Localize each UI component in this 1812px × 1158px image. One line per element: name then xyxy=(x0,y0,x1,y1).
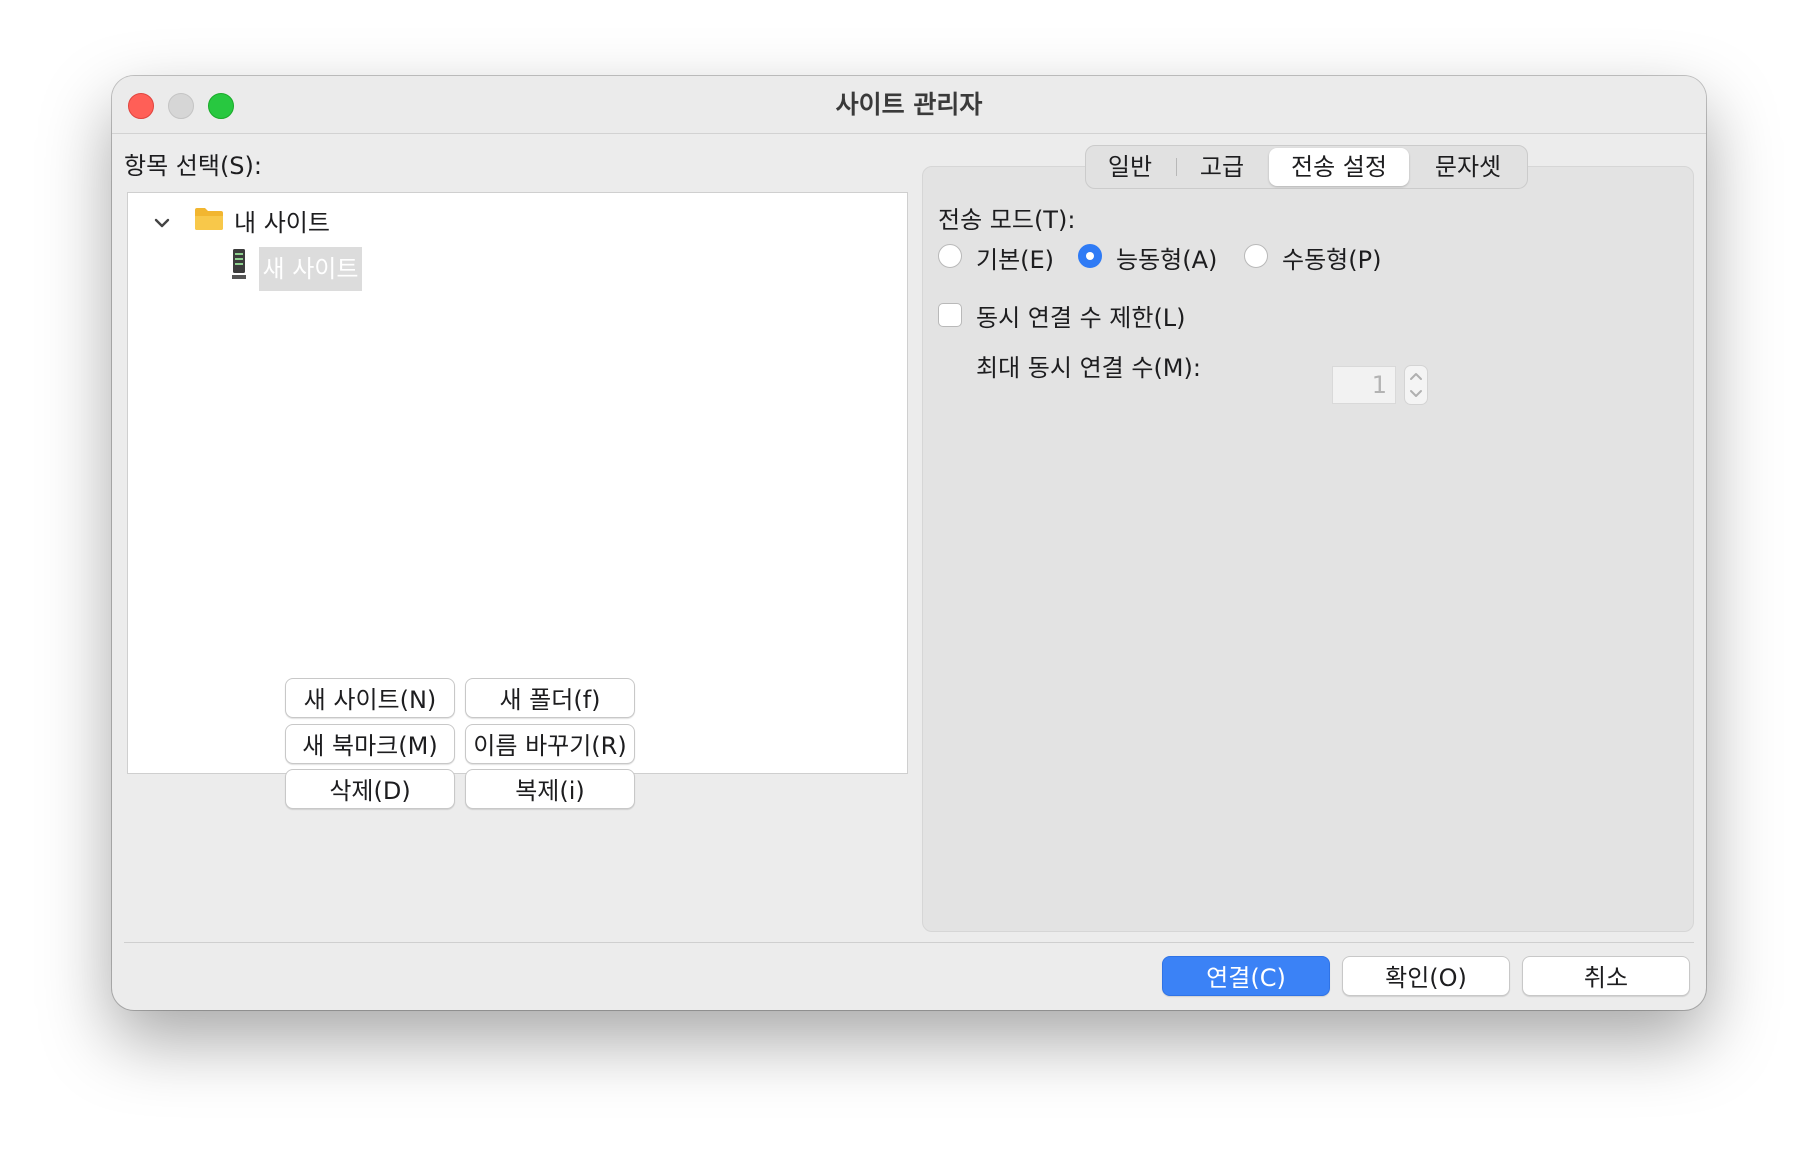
new-bookmark-button[interactable]: 새 북마크(M) xyxy=(285,724,455,764)
radio-default-mode-label[interactable]: 기본(E) xyxy=(976,240,1054,275)
connect-button[interactable]: 연결(C) xyxy=(1162,956,1330,996)
delete-button[interactable]: 삭제(D) xyxy=(285,769,455,809)
title-bar: 사이트 관리자 xyxy=(112,76,1706,134)
tab-transfer-settings[interactable]: 전송 설정 xyxy=(1269,148,1409,186)
stepper-arrows-icon xyxy=(1410,373,1422,397)
radio-passive-mode-label[interactable]: 수동형(P) xyxy=(1282,240,1381,275)
max-connections-input[interactable]: 1 xyxy=(1332,366,1396,404)
tab-charset[interactable]: 문자셋 xyxy=(1412,146,1524,188)
cancel-button[interactable]: 취소 xyxy=(1522,956,1690,996)
server-icon xyxy=(232,249,246,279)
max-connections-stepper[interactable] xyxy=(1404,365,1428,405)
radio-active-mode[interactable] xyxy=(1078,244,1102,268)
chevron-down-icon[interactable] xyxy=(150,211,174,235)
select-entry-label: 항목 선택(S): xyxy=(124,152,262,180)
radio-active-mode-label[interactable]: 능동형(A) xyxy=(1116,240,1217,275)
transfer-mode-label: 전송 모드(T): xyxy=(938,206,1076,234)
tab-advanced[interactable]: 고급 xyxy=(1178,146,1266,188)
settings-panel xyxy=(922,166,1694,932)
radio-default-mode[interactable] xyxy=(938,244,962,268)
tab-general[interactable]: 일반 xyxy=(1086,146,1174,188)
new-folder-button[interactable]: 새 폴더(f) xyxy=(465,678,635,718)
folder-icon xyxy=(195,208,223,230)
tab-separator xyxy=(1176,158,1177,176)
limit-connections-label[interactable]: 동시 연결 수 제한(L) xyxy=(976,298,1186,333)
settings-tabs: 일반 고급 전송 설정 문자셋 xyxy=(1085,145,1528,189)
new-site-button[interactable]: 새 사이트(N) xyxy=(285,678,455,718)
rename-button[interactable]: 이름 바꾸기(R) xyxy=(465,724,635,764)
ok-button[interactable]: 확인(O) xyxy=(1342,956,1510,996)
max-connections-label: 최대 동시 연결 수(M): xyxy=(976,354,1201,382)
tree-item-new-site[interactable]: 새 사이트 xyxy=(259,247,362,291)
radio-passive-mode[interactable] xyxy=(1244,244,1268,268)
limit-connections-checkbox[interactable] xyxy=(938,303,962,327)
tree-folder-my-sites[interactable]: 내 사이트 xyxy=(234,203,330,238)
window-title: 사이트 관리자 xyxy=(835,90,983,119)
footer-divider xyxy=(124,942,1694,943)
site-manager-window: 사이트 관리자 항목 선택(S): 내 사이트 새 사이트 새 사이트(N) 새… xyxy=(112,76,1706,1010)
duplicate-button[interactable]: 복제(i) xyxy=(465,769,635,809)
